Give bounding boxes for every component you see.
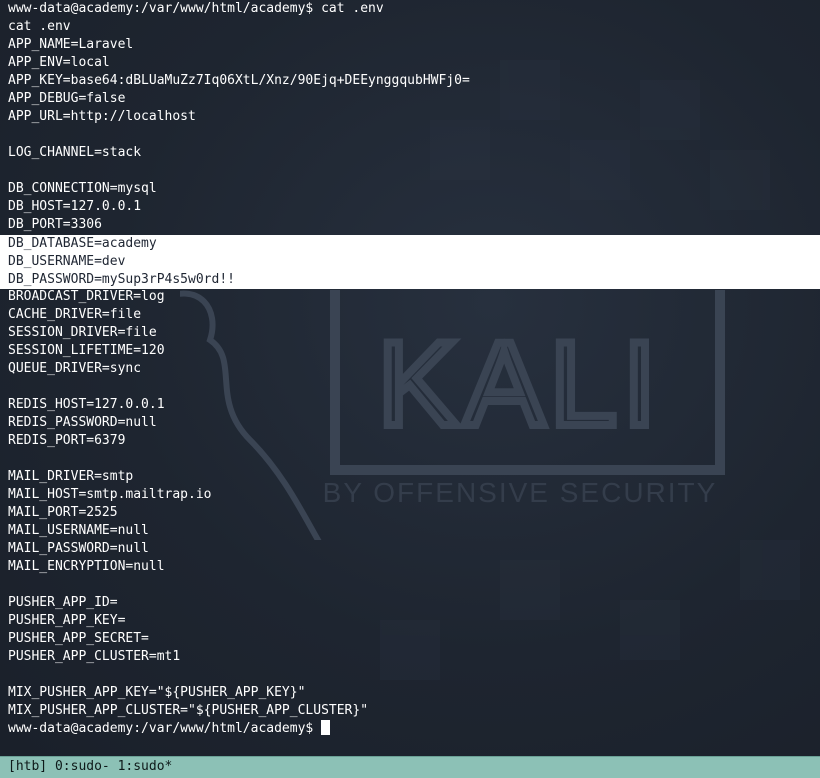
highlighted-line: DB_PASSWORD=mySup3rP4s5w0rd!! bbox=[8, 272, 235, 287]
output-line: MAIL_DRIVER=smtp bbox=[8, 469, 134, 484]
output-line: LOG_CHANNEL=stack bbox=[8, 145, 142, 160]
output-line: DB_PORT=3306 bbox=[8, 217, 102, 232]
output-line: APP_ENV=local bbox=[8, 55, 110, 70]
selected-text-highlight[interactable]: DB_DATABASE=academy DB_USERNAME=dev DB_PAS… bbox=[0, 235, 820, 289]
tmux-status-bar: [htb] 0:sudo- 1:sudo* bbox=[0, 756, 820, 778]
output-line: cat .env bbox=[8, 19, 71, 34]
output-line: REDIS_HOST=127.0.0.1 bbox=[8, 397, 165, 412]
highlighted-lines: DB_DATABASE=academy DB_USERNAME=dev DB_PAS… bbox=[8, 235, 235, 289]
output-line: PUSHER_APP_ID= bbox=[8, 595, 118, 610]
prompt-line[interactable]: www-data@academy:/var/www/html/academy$ bbox=[8, 720, 820, 738]
shell-prompt: www-data@academy:/var/www/html/academy$ bbox=[8, 721, 322, 736]
output-line: PUSHER_APP_CLUSTER=mt1 bbox=[8, 649, 181, 664]
output-line: APP_KEY=base64:dBLUaMuZz7Iq06XtL/Xnz/90E… bbox=[8, 73, 470, 88]
output-line: MAIL_ENCRYPTION=null bbox=[8, 559, 165, 574]
highlighted-line: DB_DATABASE=academy bbox=[8, 236, 157, 251]
tmux-status-text: [htb] 0:sudo- 1:sudo* bbox=[8, 759, 173, 774]
output-line: CACHE_DRIVER=file bbox=[8, 307, 142, 322]
output-line: DB_CONNECTION=mysql bbox=[8, 181, 157, 196]
output-line: PUSHER_APP_SECRET= bbox=[8, 631, 149, 646]
output-line: MAIL_HOST=smtp.mailtrap.io bbox=[8, 487, 212, 502]
terminal-output[interactable]: www-data@academy:/var/www/html/academy$ … bbox=[8, 0, 820, 738]
output-line: SESSION_DRIVER=file bbox=[8, 325, 157, 340]
terminal-window[interactable]: KALI BY OFFENSIVE SECURITY www-data@acad… bbox=[0, 0, 820, 756]
output-line: SESSION_LIFETIME=120 bbox=[8, 343, 165, 358]
output-line: BROADCAST_DRIVER=log bbox=[8, 289, 165, 304]
output-line: REDIS_PORT=6379 bbox=[8, 433, 126, 448]
output-line: MIX_PUSHER_APP_CLUSTER="${PUSHER_APP_CLU… bbox=[8, 703, 369, 718]
command-line: www-data@academy:/var/www/html/academy$ … bbox=[8, 1, 384, 16]
output-line: APP_URL=http://localhost bbox=[8, 109, 196, 124]
output-line: MAIL_PORT=2525 bbox=[8, 505, 118, 520]
output-line: QUEUE_DRIVER=sync bbox=[8, 361, 142, 376]
output-line: MAIL_PASSWORD=null bbox=[8, 541, 149, 556]
output-line: APP_NAME=Laravel bbox=[8, 37, 134, 52]
output-line: REDIS_PASSWORD=null bbox=[8, 415, 157, 430]
output-line: MIX_PUSHER_APP_KEY="${PUSHER_APP_KEY}" bbox=[8, 685, 306, 700]
output-line: DB_HOST=127.0.0.1 bbox=[8, 199, 142, 214]
highlighted-line: DB_USERNAME=dev bbox=[8, 254, 126, 269]
output-line: MAIL_USERNAME=null bbox=[8, 523, 149, 538]
output-line: PUSHER_APP_KEY= bbox=[8, 613, 126, 628]
output-line: APP_DEBUG=false bbox=[8, 91, 126, 106]
text-cursor bbox=[321, 720, 331, 735]
